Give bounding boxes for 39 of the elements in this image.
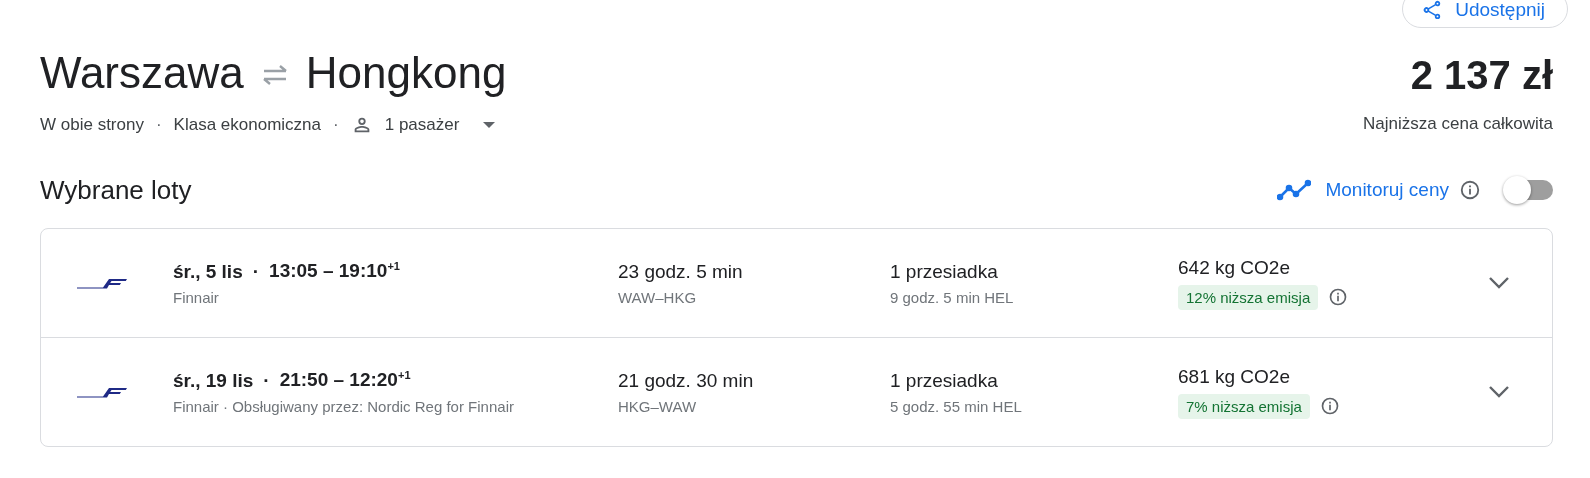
origin-city: Warszawa — [40, 48, 244, 98]
flight-duration: 21 godz. 30 min — [618, 369, 755, 392]
separator-dot: · — [155, 115, 162, 135]
separator-dot: · — [333, 115, 339, 135]
flight-duration: 23 godz. 5 min — [618, 260, 744, 283]
flight-date: śr., 5 lis — [173, 260, 243, 283]
trip-option: W obie strony — [40, 115, 144, 135]
share-button[interactable]: Udostępnij — [1402, 0, 1568, 28]
separator-dot: · — [252, 260, 260, 283]
co2-emissions: 642 kg CO2e — [1178, 256, 1291, 279]
layover-info: 5 godz. 55 min HEL — [890, 397, 1023, 415]
section-title: Wybrane loty — [40, 174, 192, 206]
stops-count: 1 przesiadka — [890, 369, 999, 392]
flight-route: WAW–HKG — [618, 288, 698, 306]
stops-count: 1 przesiadka — [890, 260, 999, 283]
airline-logo-icon — [77, 277, 127, 289]
emission-badge: 7% niższa emisja — [1178, 393, 1310, 419]
trip-option: Klasa ekonomiczna — [173, 115, 322, 135]
emission-badge: 12% niższa emisja — [1178, 284, 1319, 310]
co2-emissions: 681 kg CO2e — [1178, 365, 1291, 388]
flight-times: 21:50 – 12:20$^{+1}$ — [279, 369, 411, 392]
price-note: Najniższa cena całkowita — [1363, 114, 1553, 134]
passenger-selector[interactable]: 1 pasażer — [350, 114, 496, 136]
flight-date: śr., 19 lis — [173, 369, 254, 392]
info-icon — [1459, 179, 1481, 201]
airline-name: Finnair · Obsługiwany przez: Nordic Reg for Finnair — [173, 397, 515, 415]
airline-logo-icon — [77, 386, 127, 398]
separator-dot: · — [263, 369, 270, 392]
trend-line-icon — [1277, 179, 1312, 201]
layover-info: 9 godz. 5 min HEL — [890, 288, 1015, 306]
info-icon — [1328, 287, 1349, 307]
dropdown-caret-icon — [483, 122, 496, 128]
flight-times: 13:05 – 19:10$^{+1}$ — [269, 260, 400, 283]
total-price: 2 137 zł — [1409, 52, 1553, 99]
flight-route: HKG–WAW — [618, 397, 698, 415]
destination-city: Hongkong — [305, 48, 507, 98]
track-prices-label[interactable]: Monitoruj ceny — [1325, 179, 1449, 201]
airline-name: Finnair — [173, 288, 220, 306]
info-icon — [1319, 396, 1340, 416]
